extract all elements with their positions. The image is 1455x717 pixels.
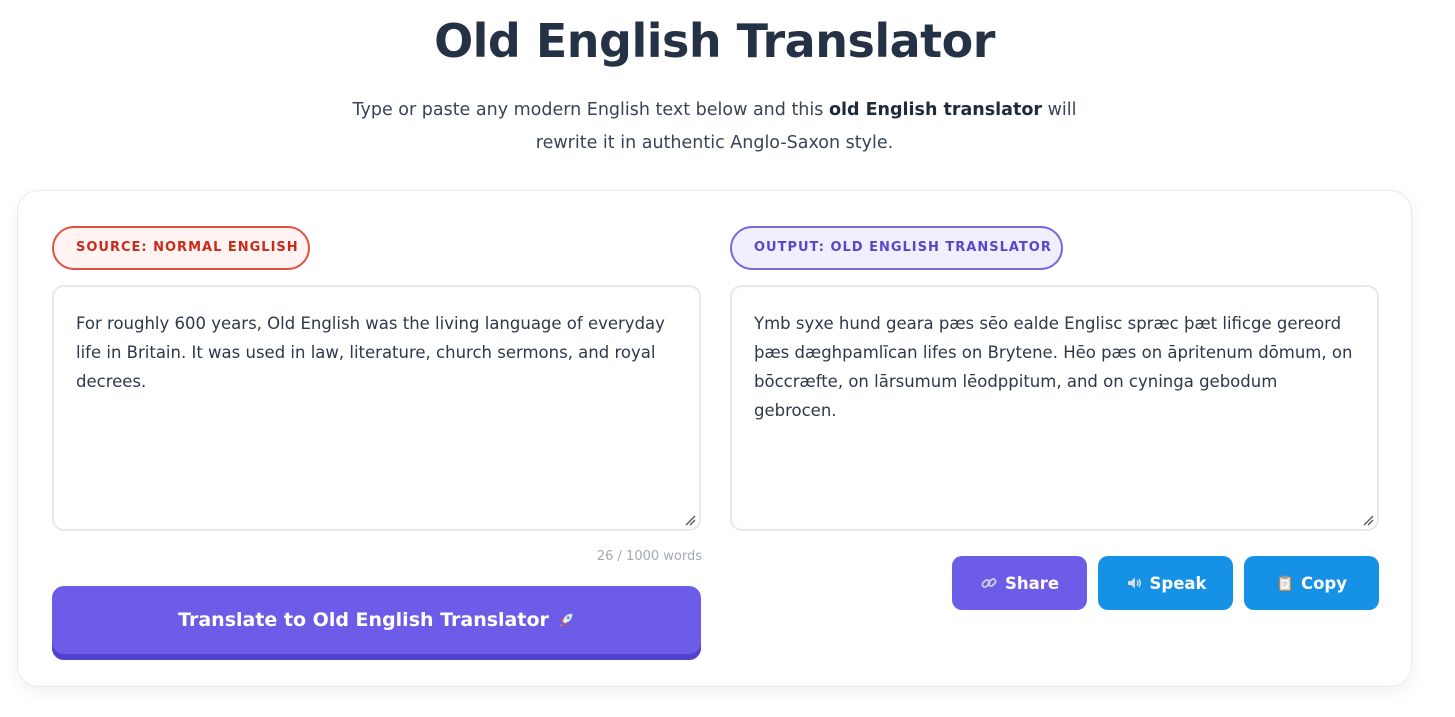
speak-button[interactable]: Speak: [1098, 556, 1233, 610]
resize-handle-icon[interactable]: [684, 514, 696, 526]
output-textarea[interactable]: Ymb syxe hund geara pæs sēo ealde Englis…: [730, 285, 1379, 531]
translate-button[interactable]: Translate to Old English Translator: [52, 586, 701, 660]
speaker-icon: [1127, 577, 1141, 589]
subtitle-text-start: Type or paste any modern English text be…: [352, 100, 829, 120]
rocket-icon: [559, 613, 573, 627]
translator-card: SOURCE: NORMAL ENGLISH OUTPUT: OLD ENGLI…: [17, 190, 1412, 687]
copy-button-label: Copy: [1300, 573, 1347, 593]
clipboard-icon: [1278, 575, 1291, 591]
link-icon: [981, 578, 997, 588]
page-subtitle: Type or paste any modern English text be…: [350, 94, 1079, 160]
source-textarea[interactable]: For roughly 600 years, Old English was t…: [52, 285, 701, 531]
page: Old English Translator Type or paste any…: [0, 0, 1455, 717]
resize-handle-icon[interactable]: [1362, 514, 1374, 526]
source-text: For roughly 600 years, Old English was t…: [76, 314, 665, 391]
page-title: Old English Translator: [434, 14, 995, 68]
speak-button-label: Speak: [1149, 573, 1207, 593]
subtitle-highlight: old English translator: [828, 100, 1043, 120]
source-badge: SOURCE: NORMAL ENGLISH: [52, 226, 310, 270]
translate-button-label: Translate to Old English Translator: [178, 609, 549, 631]
word-count: 26 / 1000 words: [596, 549, 702, 564]
copy-button[interactable]: Copy: [1244, 556, 1379, 610]
share-button-label: Share: [1004, 573, 1060, 593]
output-text: Ymb syxe hund geara pæs sēo ealde Englis…: [754, 314, 1353, 420]
output-badge: OUTPUT: OLD ENGLISH TRANSLATOR: [730, 226, 1063, 270]
share-button[interactable]: Share: [952, 556, 1087, 610]
